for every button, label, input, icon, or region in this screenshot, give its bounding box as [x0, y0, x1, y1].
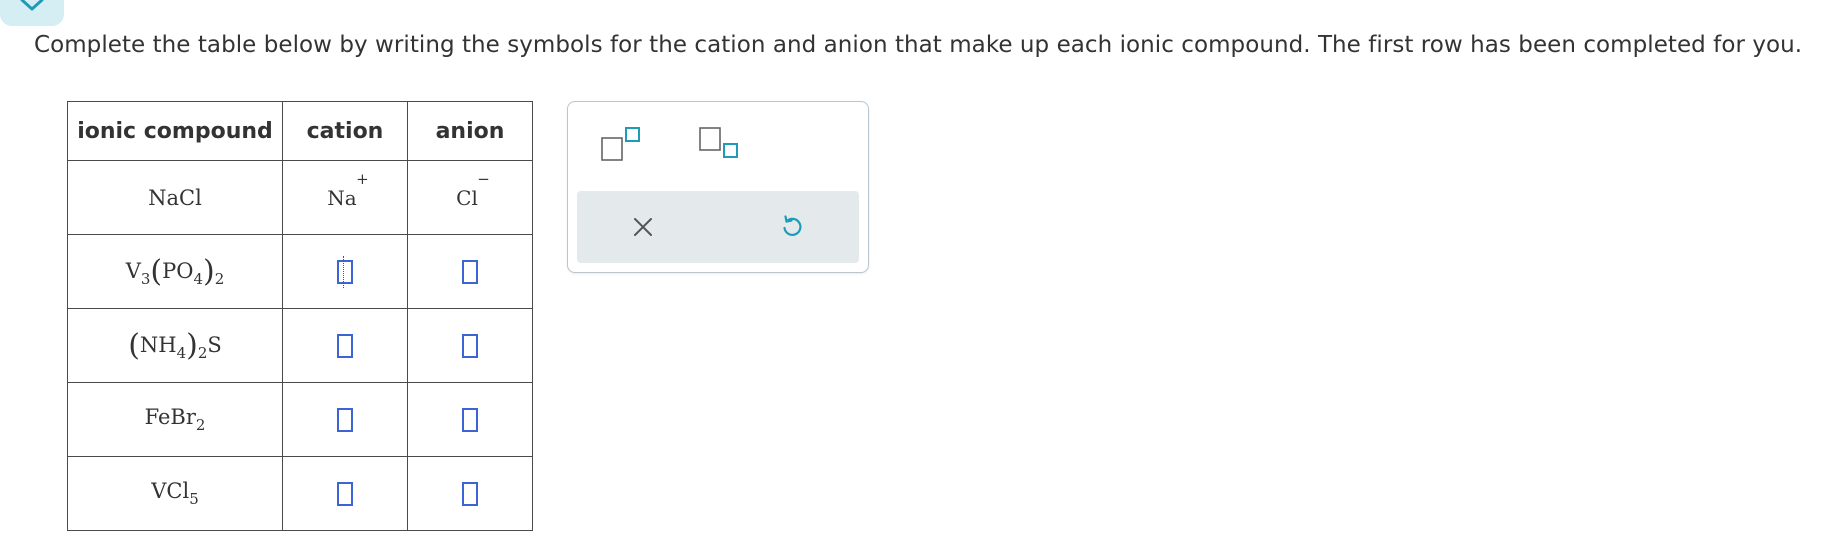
anion-cell: [407, 456, 533, 531]
clear-button[interactable]: [627, 211, 659, 243]
chevron-down-icon: [20, 0, 44, 11]
anion-answer-box[interactable]: [462, 259, 478, 284]
anion-charge: −: [477, 169, 490, 188]
superscript-box-icon: [601, 127, 640, 161]
table-row: VCl5: [67, 456, 533, 531]
close-paren: ): [186, 328, 198, 363]
anion-answer-box[interactable]: [462, 481, 478, 506]
cation-answer-box[interactable]: [337, 333, 353, 358]
anion-cell: [407, 308, 533, 383]
formula-part: PO: [162, 259, 194, 283]
anion-cell: [407, 234, 533, 309]
header-anion: anion: [407, 101, 533, 161]
close-paren: ): [203, 254, 215, 289]
cation-cell: [282, 234, 408, 309]
cation-symbol: Na +: [327, 170, 368, 210]
formula-subscript: 2: [214, 270, 225, 288]
formula-subscript: 2: [197, 344, 208, 362]
cation-text: Na: [327, 185, 357, 210]
subscript-button[interactable]: [698, 126, 744, 162]
cation-charge: +: [356, 169, 369, 188]
open-paren: (: [150, 254, 163, 289]
formula-subscript: 4: [176, 344, 187, 362]
anion-answer-box[interactable]: [462, 333, 478, 358]
compound-formula: (NH4)2S: [128, 328, 222, 363]
formula-part: NH: [139, 333, 177, 357]
cation-input-active[interactable]: [337, 255, 353, 288]
table-row: NaCl Na + Cl −: [67, 160, 533, 235]
formula-part: FeBr: [144, 405, 196, 429]
formula-part: V: [125, 259, 141, 283]
anion-answer-box[interactable]: [462, 407, 478, 432]
ionic-compound-table: ionic compound cation anion NaCl Na + Cl −…: [67, 101, 533, 531]
text-cursor: [343, 255, 345, 288]
formula-part: VCl: [151, 479, 190, 503]
collapse-tab[interactable]: [0, 0, 64, 26]
compound-formula: NaCl: [148, 186, 202, 210]
compound-cell: NaCl: [67, 160, 283, 235]
open-paren: (: [128, 328, 140, 363]
subscript-box-icon: [699, 127, 738, 158]
cation-cell: [282, 382, 408, 457]
cation-cell: [282, 456, 408, 531]
cation-answer-box[interactable]: [337, 481, 353, 506]
superscript-button[interactable]: [600, 126, 646, 162]
cation-answer-box[interactable]: [337, 259, 353, 284]
formula-subscript: 4: [193, 270, 204, 288]
compound-cell: V3(PO4)2: [67, 234, 283, 309]
compound-text: NaCl: [148, 185, 202, 210]
compound-formula: V3(PO4)2: [126, 254, 225, 289]
undo-button[interactable]: [776, 211, 808, 243]
table-row: FeBr2: [67, 382, 533, 457]
formula-subscript: 3: [140, 270, 151, 288]
compound-cell: (NH4)2S: [67, 308, 283, 383]
header-cation: cation: [282, 101, 408, 161]
tool-actions-bar: [577, 191, 859, 263]
anion-cell: Cl −: [407, 160, 533, 235]
formula-subscript: 5: [189, 490, 199, 508]
cation-cell: [282, 308, 408, 383]
compound-formula: FeBr2: [145, 405, 206, 434]
instructions-text: Complete the table below by writing the …: [34, 32, 1803, 58]
undo-icon: [783, 215, 802, 236]
cation-cell: Na +: [282, 160, 408, 235]
math-tool-panel: [567, 101, 869, 273]
compound-cell: FeBr2: [67, 382, 283, 457]
header-ionic-compound: ionic compound: [67, 101, 283, 161]
anion-symbol: Cl −: [456, 170, 490, 210]
compound-formula: VCl5: [151, 479, 199, 508]
cation-answer-box[interactable]: [337, 407, 353, 432]
anion-cell: [407, 382, 533, 457]
x-icon: [634, 218, 652, 236]
table-header-row: ionic compound cation anion: [67, 101, 533, 161]
compound-cell: VCl5: [67, 456, 283, 531]
table-row: V3(PO4)2: [67, 234, 533, 309]
formula-subscript: 2: [195, 416, 206, 434]
anion-text: Cl: [456, 185, 478, 210]
table-row: (NH4)2S: [67, 308, 533, 383]
formula-part: S: [207, 333, 222, 357]
